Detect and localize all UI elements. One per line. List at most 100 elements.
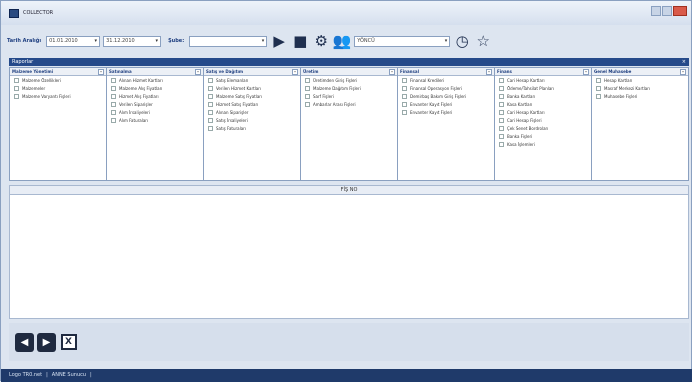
report-checkbox-item[interactable]: Satış Faturaları (204, 124, 300, 132)
checkbox[interactable] (111, 77, 116, 83)
report-checkbox-item[interactable]: Cari Hesap Kartları (495, 108, 591, 116)
close-button[interactable] (673, 6, 687, 16)
report-checkbox-item[interactable]: Malzeme Varyantı Fişleri (10, 92, 106, 100)
report-checkbox-item[interactable]: Hesap Kartları (592, 76, 688, 84)
report-checkbox-item[interactable]: Alınan Hizmet Kartları (107, 76, 203, 84)
play-icon[interactable]: ▶ (270, 32, 288, 50)
report-checkbox-item[interactable]: Cari Hesap Fişleri (495, 116, 591, 124)
report-checkbox-item[interactable]: Verilen Hizmet Kartları (204, 84, 300, 92)
checkbox[interactable] (111, 117, 116, 123)
next-button[interactable]: ▶ (37, 332, 56, 352)
report-checkbox-item[interactable]: Alım İrsaliyeleri (107, 108, 203, 116)
stop-icon[interactable]: ■ (291, 32, 309, 50)
close-icon[interactable]: × (682, 58, 686, 66)
checkbox[interactable] (499, 109, 504, 115)
report-checkbox-item[interactable]: Malzemeler (10, 84, 106, 92)
report-checkbox-item[interactable]: Çek Senet Bordroları (495, 124, 591, 132)
checkbox[interactable] (208, 77, 213, 83)
report-checkbox-item[interactable]: Demirbaş Bakım Giriş Fişleri (398, 92, 494, 100)
report-checkbox-item[interactable]: Envanter Kayıt Fişleri (398, 100, 494, 108)
report-checkbox-item[interactable]: Hizmet Alış Fiyatları (107, 92, 203, 100)
report-checkbox-item[interactable]: Cari Hesap Kartları (495, 76, 591, 84)
checkbox[interactable] (499, 101, 504, 107)
settings-icon[interactable]: ⚙ (312, 32, 330, 50)
checkbox[interactable] (305, 77, 310, 83)
collapse-icon[interactable]: – (389, 69, 395, 75)
checkbox[interactable] (499, 77, 504, 83)
checkbox[interactable] (208, 125, 213, 131)
collapse-icon[interactable]: – (486, 69, 492, 75)
checkbox[interactable] (596, 85, 601, 91)
report-checkbox-item[interactable]: Finansal Kredileri (398, 76, 494, 84)
checkbox[interactable] (499, 125, 504, 131)
checkbox[interactable] (305, 93, 310, 99)
checkbox[interactable] (596, 93, 601, 99)
checkbox[interactable] (208, 93, 213, 99)
branch-select[interactable]: ▾ (189, 35, 268, 47)
report-checkbox-item[interactable]: Banka Kartları (495, 92, 591, 100)
checkbox[interactable] (305, 85, 310, 91)
report-checkbox-item[interactable]: Kasa İşlemleri (495, 140, 591, 148)
checkbox[interactable] (14, 93, 19, 99)
report-checkbox-item[interactable]: Malzeme Dağıtım Fişleri (301, 84, 397, 92)
checkbox[interactable] (499, 117, 504, 123)
date-to-picker[interactable]: 31.12.2010 ▾ (103, 35, 162, 47)
history-icon[interactable]: ◷ (453, 32, 471, 50)
checkbox[interactable] (596, 77, 601, 83)
report-checkbox-item[interactable]: Alım Faturaları (107, 116, 203, 124)
checkbox[interactable] (499, 93, 504, 99)
collapse-icon[interactable]: – (680, 69, 686, 75)
checkbox[interactable] (402, 77, 407, 83)
checkbox[interactable] (111, 93, 116, 99)
collapse-icon[interactable]: – (583, 69, 589, 75)
maximize-button[interactable] (662, 6, 672, 16)
checkbox[interactable] (208, 109, 213, 115)
report-checkbox-item[interactable]: Finansal Operasyon Fişleri (398, 84, 494, 92)
checkbox[interactable] (402, 101, 407, 107)
checkbox[interactable] (499, 133, 504, 139)
user-select[interactable]: YÖNCÜ ▾ (354, 35, 451, 47)
report-checkbox-item[interactable]: Kasa Kartları (495, 100, 591, 108)
report-checkbox-item[interactable]: Sarf Fişleri (301, 92, 397, 100)
checkbox[interactable] (111, 85, 116, 91)
checkbox[interactable] (499, 85, 504, 91)
checkbox[interactable] (111, 109, 116, 115)
report-checkbox-item[interactable]: Satış Elemanları (204, 76, 300, 84)
report-checkbox-item[interactable]: Envanter Kayıt Fişleri (398, 108, 494, 116)
report-checkbox-item[interactable]: Alınan Siparişler (204, 108, 300, 116)
collapse-icon[interactable]: – (98, 69, 104, 75)
report-checkbox-item[interactable]: Satış İrsaliyeleri (204, 116, 300, 124)
checkbox[interactable] (14, 77, 19, 83)
report-checkbox-item[interactable]: Masraf Merkezi Kartları (592, 84, 688, 92)
collapse-icon[interactable]: – (292, 69, 298, 75)
checkbox[interactable] (402, 109, 407, 115)
report-checkbox-item[interactable]: Banka Fişleri (495, 132, 591, 140)
checkbox[interactable] (499, 141, 504, 147)
report-checkbox-item[interactable]: Hizmet Satış Fiyatları (204, 100, 300, 108)
report-checkbox-item[interactable]: Üretimden Giriş Fişleri (301, 76, 397, 84)
date-from-picker[interactable]: 01.01.2010 ▾ (46, 35, 101, 47)
checkbox-label: Sarf Fişleri (313, 93, 334, 99)
excel-export-button[interactable]: X (59, 333, 78, 352)
star-icon[interactable]: ☆ (474, 32, 492, 50)
minimize-button[interactable] (651, 6, 661, 16)
users-icon[interactable]: 👥 (333, 32, 352, 50)
checkbox[interactable] (14, 85, 19, 91)
report-checkbox-item[interactable]: Malzeme Alış Fiyatları (107, 84, 203, 92)
report-checkbox-item[interactable]: Verilen Siparişler (107, 100, 203, 108)
checkbox[interactable] (208, 117, 213, 123)
checkbox[interactable] (208, 101, 213, 107)
report-checkbox-item[interactable]: Malzeme Özellikleri (10, 76, 106, 84)
checkbox[interactable] (208, 85, 213, 91)
checkbox[interactable] (402, 85, 407, 91)
prev-button[interactable]: ◀ (15, 332, 34, 352)
report-checkbox-item[interactable]: Malzeme Satış Fiyatları (204, 92, 300, 100)
report-checkbox-item[interactable]: Muhasebe Fişleri (592, 92, 688, 100)
checkbox[interactable] (402, 93, 407, 99)
report-checkbox-item[interactable]: Ödeme/Tahsilat Planları (495, 84, 591, 92)
report-checkbox-item[interactable]: Ambarlar Arası Fişleri (301, 100, 397, 108)
checkbox[interactable] (305, 101, 310, 107)
collapse-icon[interactable]: – (195, 69, 201, 75)
report-panel: Malzeme Yönetimi – Malzeme Özellikleri Malz… (10, 68, 107, 180)
checkbox[interactable] (111, 101, 116, 107)
